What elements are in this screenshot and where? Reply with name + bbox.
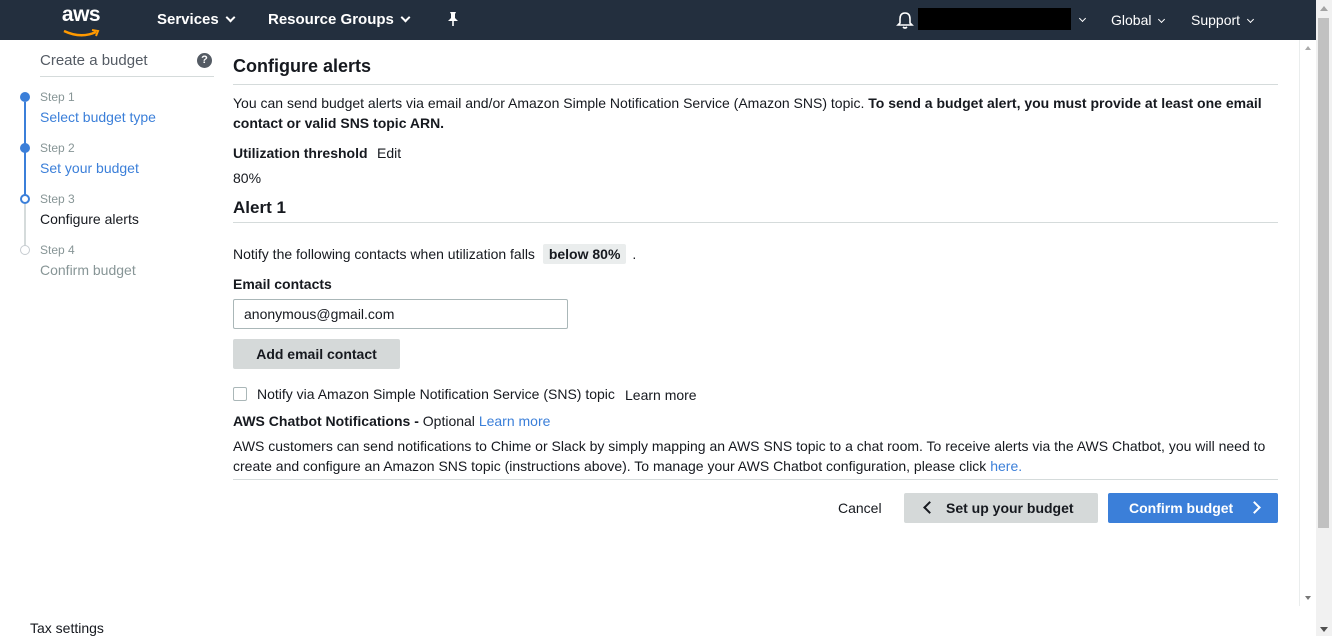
chevron-down-icon xyxy=(1247,15,1255,24)
page-title: Configure alerts xyxy=(233,56,372,76)
chevron-down-icon xyxy=(225,12,236,23)
step-3-label: Configure alerts xyxy=(40,211,139,227)
chevron-down-icon xyxy=(1078,14,1087,23)
add-email-contact-button[interactable]: Add email contact xyxy=(233,339,400,369)
tax-settings-link[interactable]: Tax settings xyxy=(30,620,104,636)
step-4-label: Confirm budget xyxy=(40,262,136,278)
scroll-up-icon[interactable] xyxy=(1320,6,1328,11)
chevron-down-icon xyxy=(400,12,411,23)
pin-icon[interactable] xyxy=(446,11,460,29)
content-scrollbar[interactable] xyxy=(1299,40,1316,606)
chatbot-learn-more-link[interactable]: Learn more xyxy=(479,413,551,429)
services-menu[interactable]: Services xyxy=(157,0,236,40)
threshold-badge: below 80% xyxy=(542,244,627,264)
window-scrollbar[interactable] xyxy=(1316,0,1332,636)
email-contacts-label: Email contacts xyxy=(233,276,332,292)
step-3-number: Step 3 xyxy=(40,192,75,206)
help-icon[interactable]: ? xyxy=(197,53,212,68)
threshold-label: Utilization threshold xyxy=(233,145,368,161)
chevron-down-icon xyxy=(1158,15,1166,24)
intro-text: You can send budget alerts via email and… xyxy=(233,95,1262,131)
sns-label: Notify via Amazon Simple Notification Se… xyxy=(257,386,615,402)
scroll-up-icon[interactable] xyxy=(1305,46,1311,50)
footer-divider xyxy=(233,479,1278,480)
step-pending-line xyxy=(24,204,26,248)
sns-checkbox[interactable] xyxy=(233,387,247,401)
step-4-marker xyxy=(20,245,30,255)
top-nav: aws Services Resource Groups Global Supp… xyxy=(0,0,1316,40)
scroll-down-icon[interactable] xyxy=(1305,596,1311,600)
sidebar-divider xyxy=(40,76,214,77)
step-4-number: Step 4 xyxy=(40,243,75,257)
cancel-button[interactable]: Cancel xyxy=(838,500,882,516)
step-2-marker xyxy=(20,143,30,153)
sidebar-title: Create a budget xyxy=(40,52,148,69)
title-divider xyxy=(233,84,1278,85)
step-2-link[interactable]: Set your budget xyxy=(40,160,139,176)
aws-logo[interactable]: aws xyxy=(58,4,104,37)
chevron-left-icon xyxy=(923,501,936,514)
threshold-value: 80% xyxy=(233,170,262,186)
account-menu-toggle[interactable] xyxy=(1072,0,1087,40)
scroll-down-icon[interactable] xyxy=(1320,627,1328,632)
sns-learn-more-link[interactable]: Learn more xyxy=(625,387,697,403)
alert-divider xyxy=(233,222,1278,223)
chatbot-heading: AWS Chatbot Notifications - Optional Lea… xyxy=(233,413,551,429)
step-2-number: Step 2 xyxy=(40,141,75,155)
notify-text: Notify the following contacts when utili… xyxy=(233,244,637,264)
support-menu[interactable]: Support xyxy=(1191,0,1255,40)
aws-smile-icon xyxy=(63,29,100,37)
confirm-budget-button[interactable]: Confirm budget xyxy=(1108,493,1278,523)
chatbot-description: AWS customers can send notifications to … xyxy=(233,438,1266,474)
step-1-link[interactable]: Select budget type xyxy=(40,109,156,125)
scrollbar-thumb[interactable] xyxy=(1318,18,1329,528)
threshold-edit-link[interactable]: Edit xyxy=(377,145,401,161)
step-1-number: Step 1 xyxy=(40,90,75,104)
resource-groups-menu[interactable]: Resource Groups xyxy=(268,0,411,40)
chevron-right-icon xyxy=(1248,501,1261,514)
step-3-marker xyxy=(20,194,30,204)
email-contact-input[interactable]: anonymous@gmail.com xyxy=(233,299,568,329)
step-1-marker xyxy=(20,92,30,102)
bell-icon[interactable] xyxy=(896,11,914,31)
chatbot-here-link[interactable]: here. xyxy=(990,458,1022,474)
alert-title: Alert 1 xyxy=(233,198,286,217)
back-button[interactable]: Set up your budget xyxy=(904,493,1098,523)
region-menu[interactable]: Global xyxy=(1111,0,1166,40)
account-name-redacted[interactable] xyxy=(918,8,1071,30)
